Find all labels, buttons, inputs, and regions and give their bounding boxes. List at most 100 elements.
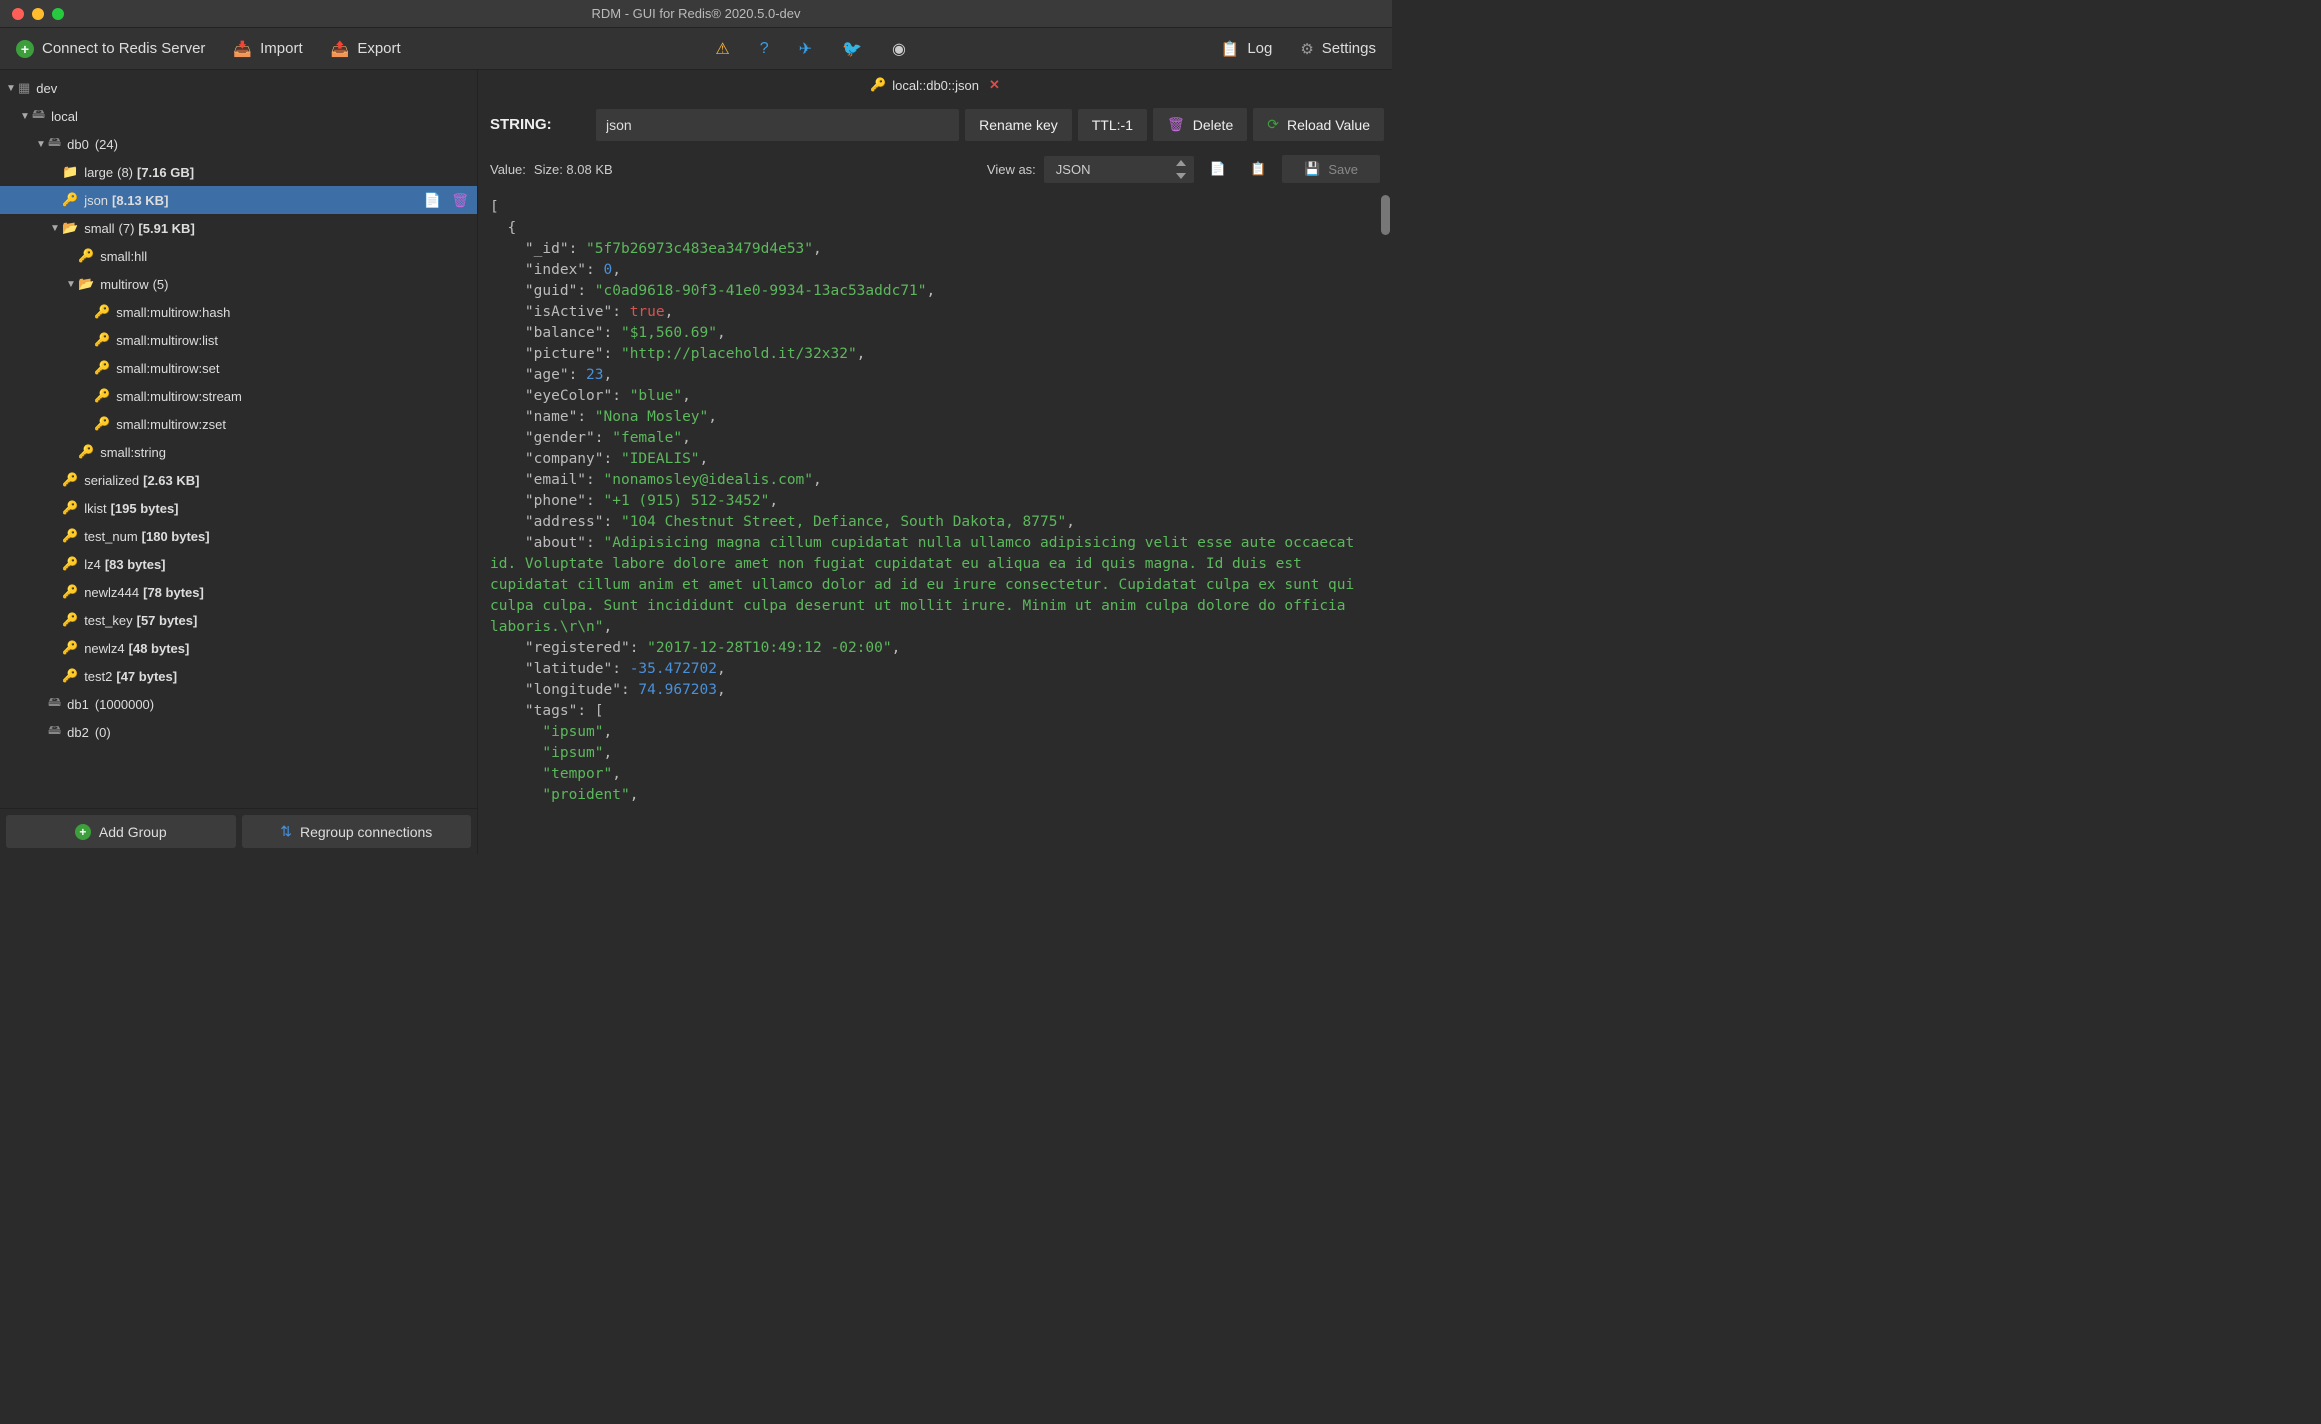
rename-key-button[interactable]: Rename key	[965, 109, 1072, 141]
tree-root-dev[interactable]: ▦ dev	[0, 74, 477, 102]
warning-icon[interactable]: ⚠	[715, 39, 729, 59]
tree-key-testnum[interactable]: 🔑test_num[180 bytes]	[0, 522, 477, 550]
tree-key-serialized[interactable]: 🔑serialized[2.63 KB]	[0, 466, 477, 494]
content-panel: 🔑 local::db0::json ✕ STRING: Rename key …	[478, 70, 1392, 854]
tree-key-mr-stream[interactable]: 🔑 small:multirow:stream	[0, 382, 477, 410]
tree-label: local	[51, 109, 78, 124]
tree-db0[interactable]: 🖴 db0 (24)	[0, 130, 477, 158]
tree-key-testkey[interactable]: 🔑test_key[57 bytes]	[0, 606, 477, 634]
tree-count: (5)	[153, 277, 169, 292]
add-group-button[interactable]: + Add Group	[6, 815, 236, 848]
tree-key-json[interactable]: 🔑 json [8.13 KB] 📄 🗑	[0, 186, 477, 214]
ttl-button[interactable]: TTL:-1	[1078, 109, 1147, 141]
export-icon: 📤	[331, 40, 350, 58]
tree-label: dev	[36, 81, 57, 96]
view-as-label: View as:	[987, 162, 1036, 177]
tree-key-mr-hash[interactable]: 🔑small:multirow:hash	[0, 298, 477, 326]
connect-server-button[interactable]: + Connect to Redis Server	[16, 40, 205, 58]
key-icon: 🔑	[62, 612, 78, 628]
tree-key-small-hll[interactable]: 🔑 small:hll	[0, 242, 477, 270]
window-minimize-icon[interactable]	[32, 8, 44, 20]
key-icon: 🔑	[62, 584, 78, 600]
tree-key-mr-list[interactable]: 🔑small:multirow:list	[0, 326, 477, 354]
json-viewer[interactable]: [ { "_id": "5f7b26973c483ea3479d4e53", "…	[478, 189, 1392, 854]
sort-icon: ⇅	[280, 823, 292, 840]
console-icon[interactable]: 📄	[424, 192, 441, 209]
tree-label: newlz444	[84, 585, 139, 600]
key-icon: 🔑	[94, 360, 110, 376]
import-button[interactable]: 📥 Import	[233, 40, 302, 58]
window-close-icon[interactable]	[12, 8, 24, 20]
window-maximize-icon[interactable]	[52, 8, 64, 20]
key-icon: 🔑	[62, 472, 78, 488]
key-icon: 🔑	[94, 416, 110, 432]
server-icon: 🖴	[32, 105, 45, 127]
save-button[interactable]: 💾Save	[1282, 155, 1380, 183]
delete-key-button[interactable]: 🗑Delete	[1153, 108, 1247, 141]
reload-value-button[interactable]: ⟳Reload Value	[1253, 108, 1384, 141]
tree-folder-large[interactable]: 📁 large (8) [7.16 GB]	[0, 158, 477, 186]
gear-icon: ⚙	[1300, 40, 1313, 58]
tree-db1[interactable]: 🖴db1(1000000)	[0, 690, 477, 718]
twitter-icon[interactable]: 🐦	[842, 39, 862, 59]
tree-folder-small[interactable]: 📂 small (7) [5.91 KB]	[0, 214, 477, 242]
tree-size: [47 bytes]	[116, 669, 177, 684]
settings-label: Settings	[1322, 40, 1376, 57]
paste-icon[interactable]: 📋	[1242, 155, 1274, 183]
tree-size: [7.16 GB]	[137, 165, 194, 180]
help-icon[interactable]: ?	[760, 40, 769, 58]
tree-key-newlz4[interactable]: 🔑newlz4[48 bytes]	[0, 634, 477, 662]
close-tab-icon[interactable]: ✕	[989, 77, 1000, 93]
key-name-input[interactable]	[596, 109, 959, 141]
log-button[interactable]: 📋 Log	[1221, 40, 1273, 58]
tree-key-mr-set[interactable]: 🔑small:multirow:set	[0, 354, 477, 382]
tree-label: newlz4	[84, 641, 124, 656]
clipboard-icon: 📋	[1221, 40, 1240, 58]
tree-count: (24)	[95, 137, 118, 152]
key-icon: 🔑	[94, 388, 110, 404]
tree-label: db1	[67, 697, 89, 712]
tree-key-mr-zset[interactable]: 🔑 small:multirow:zset	[0, 410, 477, 438]
connection-tree[interactable]: ▦ dev 🖴 local 🖴 db0 (24) 📁 large (8) [7.…	[0, 70, 477, 808]
tree-size: [57 bytes]	[137, 613, 198, 628]
key-icon: 🔑	[62, 668, 78, 684]
tree-label: small:multirow:zset	[116, 417, 226, 432]
tree-label: lz4	[84, 557, 101, 572]
title-bar: RDM - GUI for Redis® 2020.5.0-dev	[0, 0, 1392, 28]
settings-button[interactable]: ⚙ Settings	[1300, 40, 1376, 58]
tree-key-small-string[interactable]: 🔑small:string	[0, 438, 477, 466]
tree-label: small:multirow:stream	[116, 389, 242, 404]
tree-key-test2[interactable]: 🔑test2[47 bytes]	[0, 662, 477, 690]
tree-folder-multirow[interactable]: 📂 multirow (5)	[0, 270, 477, 298]
regroup-label: Regroup connections	[300, 824, 432, 840]
folder-open-icon: 📂	[62, 220, 78, 236]
tree-count: (8)	[117, 165, 133, 180]
servers-icon: ▦	[18, 80, 30, 96]
tree-key-lkist[interactable]: 🔑lkist[195 bytes]	[0, 494, 477, 522]
tree-label: multirow	[100, 277, 148, 292]
key-type-label: STRING:	[490, 116, 590, 133]
tree-key-lz4[interactable]: 🔑lz4[83 bytes]	[0, 550, 477, 578]
database-icon: 🖴	[48, 721, 61, 743]
tree-server-local[interactable]: 🖴 local	[0, 102, 477, 130]
save-label: Save	[1328, 162, 1358, 177]
folder-icon: 📁	[62, 164, 78, 180]
key-icon: 🔑	[94, 304, 110, 320]
telegram-icon[interactable]: ✈	[799, 39, 812, 59]
tree-size: [78 bytes]	[143, 585, 204, 600]
regroup-button[interactable]: ⇅ Regroup connections	[242, 815, 472, 848]
delete-icon[interactable]: 🗑	[451, 192, 469, 209]
copy-icon[interactable]: 📄	[1202, 155, 1234, 183]
tree-key-newlz444[interactable]: 🔑 newlz444 [78 bytes]	[0, 578, 477, 606]
tree-size: [83 bytes]	[105, 557, 166, 572]
export-button[interactable]: 📤 Export	[331, 40, 401, 58]
tree-label: json	[84, 193, 108, 208]
format-select[interactable]: JSON	[1044, 156, 1194, 183]
reload-icon: ⟳	[1267, 116, 1279, 133]
tree-db2[interactable]: 🖴db2(0)	[0, 718, 477, 746]
github-icon[interactable]: ◉	[892, 39, 906, 59]
tab-label[interactable]: local::db0::json	[892, 78, 979, 93]
ttl-label: TTL:-1	[1092, 117, 1133, 133]
tree-label: small:multirow:list	[116, 333, 218, 348]
scrollbar-thumb[interactable]	[1381, 195, 1390, 235]
